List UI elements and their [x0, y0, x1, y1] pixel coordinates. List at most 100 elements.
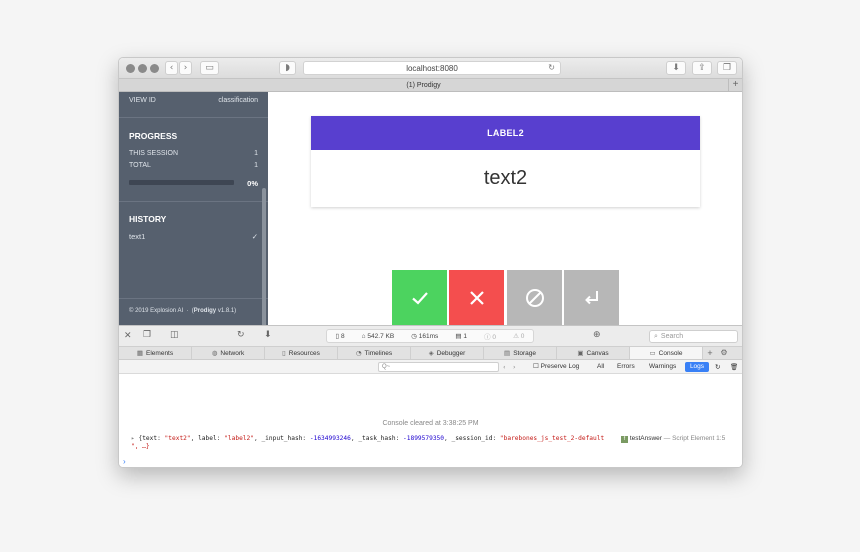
forward-button[interactable]: › [179, 61, 192, 75]
logs-count[interactable]: ▤ 1 [455, 332, 467, 340]
label-bar: LABEL2 [311, 116, 700, 150]
load-time[interactable]: ◷ 161ms [411, 332, 438, 340]
warning-icon: ⚠ [513, 333, 519, 340]
sidebar-icon: ▭ [205, 63, 214, 73]
tab-bar: (1) Prodigy + [119, 79, 742, 92]
filter-errors[interactable]: Errors [617, 362, 635, 372]
gear-icon[interactable]: ⚙ [717, 347, 731, 359]
share-button[interactable]: ⇪ [692, 61, 712, 75]
share-icon: ⇪ [698, 63, 706, 73]
filter-logs[interactable]: Logs [685, 362, 709, 372]
return-arrow-icon [584, 290, 598, 304]
expand-triangle-icon[interactable]: ▸ [131, 435, 135, 442]
errors-count[interactable]: ⓘ 0 [484, 331, 496, 341]
close-window-icon[interactable] [126, 64, 135, 73]
trash-icon[interactable]: 🗑 [730, 362, 738, 372]
tab-resources[interactable]: ▯ Resources [265, 347, 338, 359]
view-id-row: VIEW ID classification [129, 97, 258, 104]
downloads-button[interactable]: ⬇ [666, 61, 686, 75]
progress-percent: 0% [247, 179, 258, 188]
footer-version: v1.8.1 [217, 308, 235, 314]
sidebar-toggle-button[interactable]: ▭ [200, 61, 219, 75]
prodigy-sidebar: VIEW ID classification PROGRESS THIS SES… [119, 92, 268, 358]
error-icon: ⓘ [484, 334, 491, 341]
address-bar[interactable]: localhost:8080 ↻ [303, 61, 561, 75]
console-prompt[interactable]: › [123, 457, 126, 466]
privacy-button[interactable]: ◗ [279, 61, 296, 75]
history-heading: HISTORY [129, 214, 167, 224]
preserve-log-checkbox[interactable]: ☐ Preserve Log [533, 362, 579, 372]
reload-icon[interactable]: ↻ [548, 63, 555, 72]
cross-icon [469, 290, 484, 305]
checkmark-icon [411, 291, 428, 305]
tab-elements[interactable]: ▦ Elements [119, 347, 192, 359]
tab-label: Resources [288, 349, 320, 357]
dock-side-icon[interactable]: ◫ [170, 330, 179, 340]
tab-canvas[interactable]: ▣ Canvas [557, 347, 630, 359]
tab-prodigy[interactable]: (1) Prodigy [119, 79, 728, 92]
chevron-right-icon[interactable]: › [513, 362, 516, 372]
resources-size[interactable]: ⌂ 542.7 KB [362, 333, 395, 340]
download-icon: ⬇ [672, 63, 680, 73]
reload-icon[interactable]: ↻ [237, 330, 245, 340]
this-session-label: THIS SESSION [129, 150, 179, 157]
download-icon[interactable]: ⬇ [264, 330, 272, 340]
new-tab-button[interactable]: + [728, 79, 742, 92]
accept-button[interactable] [392, 270, 447, 325]
minimize-window-icon[interactable] [138, 64, 147, 73]
view-id-label: VIEW ID [129, 97, 156, 104]
title-bar: ‹ › ▭ ◗ localhost:8080 ↻ ⬇ ⇪ ❐ [119, 58, 742, 79]
tabs-overview-button[interactable]: ❐ [717, 61, 737, 75]
checkmark-icon: ✓ [251, 232, 258, 241]
search-placeholder: Search [660, 333, 684, 340]
tab-timelines[interactable]: ◔ Timelines [338, 347, 411, 359]
view-id-value: classification [218, 97, 258, 104]
undo-button[interactable] [564, 270, 619, 325]
log-source[interactable]: f testAnswer — Script Element 1:5 [619, 435, 726, 443]
inspector-search[interactable]: ⌕ Search [649, 330, 738, 343]
chevron-left-icon[interactable]: ‹ [503, 362, 506, 372]
tab-network[interactable]: ◍ Network [192, 347, 265, 359]
web-inspector: ✕ ❐ ◫ ↻ ⬇ ▯ 8 ⌂ 542.7 KB ◷ 161ms ▤ 1 ⓘ 0… [119, 325, 742, 467]
debugger-icon: ◈ [428, 349, 434, 357]
network-icon: ◍ [211, 349, 218, 357]
storage-icon: ▤ [504, 349, 511, 357]
refresh-icon[interactable]: ↻ [715, 362, 720, 372]
tab-label: Console [658, 349, 683, 357]
tab-console[interactable]: ▭ Console [630, 347, 703, 359]
progress-bar [129, 180, 234, 185]
resources-icon: ▯ [282, 349, 286, 357]
task-card: LABEL2 text2 [311, 116, 700, 207]
ignore-button[interactable] [507, 270, 562, 325]
add-tab-icon[interactable]: + [703, 347, 717, 359]
shield-icon: ◗ [285, 63, 290, 73]
total-row: TOTAL 1 [129, 162, 258, 169]
message-icon: ▤ [455, 333, 462, 340]
back-button[interactable]: ‹ [165, 61, 178, 75]
console-filter-input[interactable]: Q~ [378, 362, 499, 372]
sidebar-footer: © 2019 Explosion AI · (Prodigy v1.8.1) [129, 308, 237, 314]
filter-warnings[interactable]: Warnings [649, 362, 676, 372]
resource-stats: ▯ 8 ⌂ 542.7 KB ◷ 161ms ▤ 1 ⓘ 0 ⚠ 0 [326, 329, 534, 343]
undock-icon[interactable]: ❐ [143, 330, 151, 340]
address-text: localhost:8080 [406, 63, 458, 73]
tabs-icon: ❐ [722, 63, 732, 73]
chevron-left-icon: ‹ [169, 63, 174, 73]
crosshair-icon[interactable]: ⊕ [593, 330, 601, 340]
divider [119, 298, 268, 299]
task-label: LABEL2 [487, 128, 524, 138]
tab-storage[interactable]: ▤ Storage [484, 347, 557, 359]
task-text: text2 [483, 167, 528, 189]
ban-icon [525, 288, 544, 307]
zoom-window-icon[interactable] [150, 64, 159, 73]
history-item-text: text1 [129, 232, 146, 241]
filter-all[interactable]: All [597, 362, 604, 372]
resources-count[interactable]: ▯ 8 [336, 332, 345, 340]
history-item[interactable]: text1 ✓ [129, 232, 258, 241]
close-icon[interactable]: ✕ [124, 331, 132, 341]
warnings-count[interactable]: ⚠ 0 [513, 332, 524, 340]
tab-label: Timelines [364, 349, 393, 357]
reject-button[interactable] [449, 270, 504, 325]
tab-debugger[interactable]: ◈ Debugger [411, 347, 484, 359]
weight-icon: ⌂ [361, 332, 366, 340]
